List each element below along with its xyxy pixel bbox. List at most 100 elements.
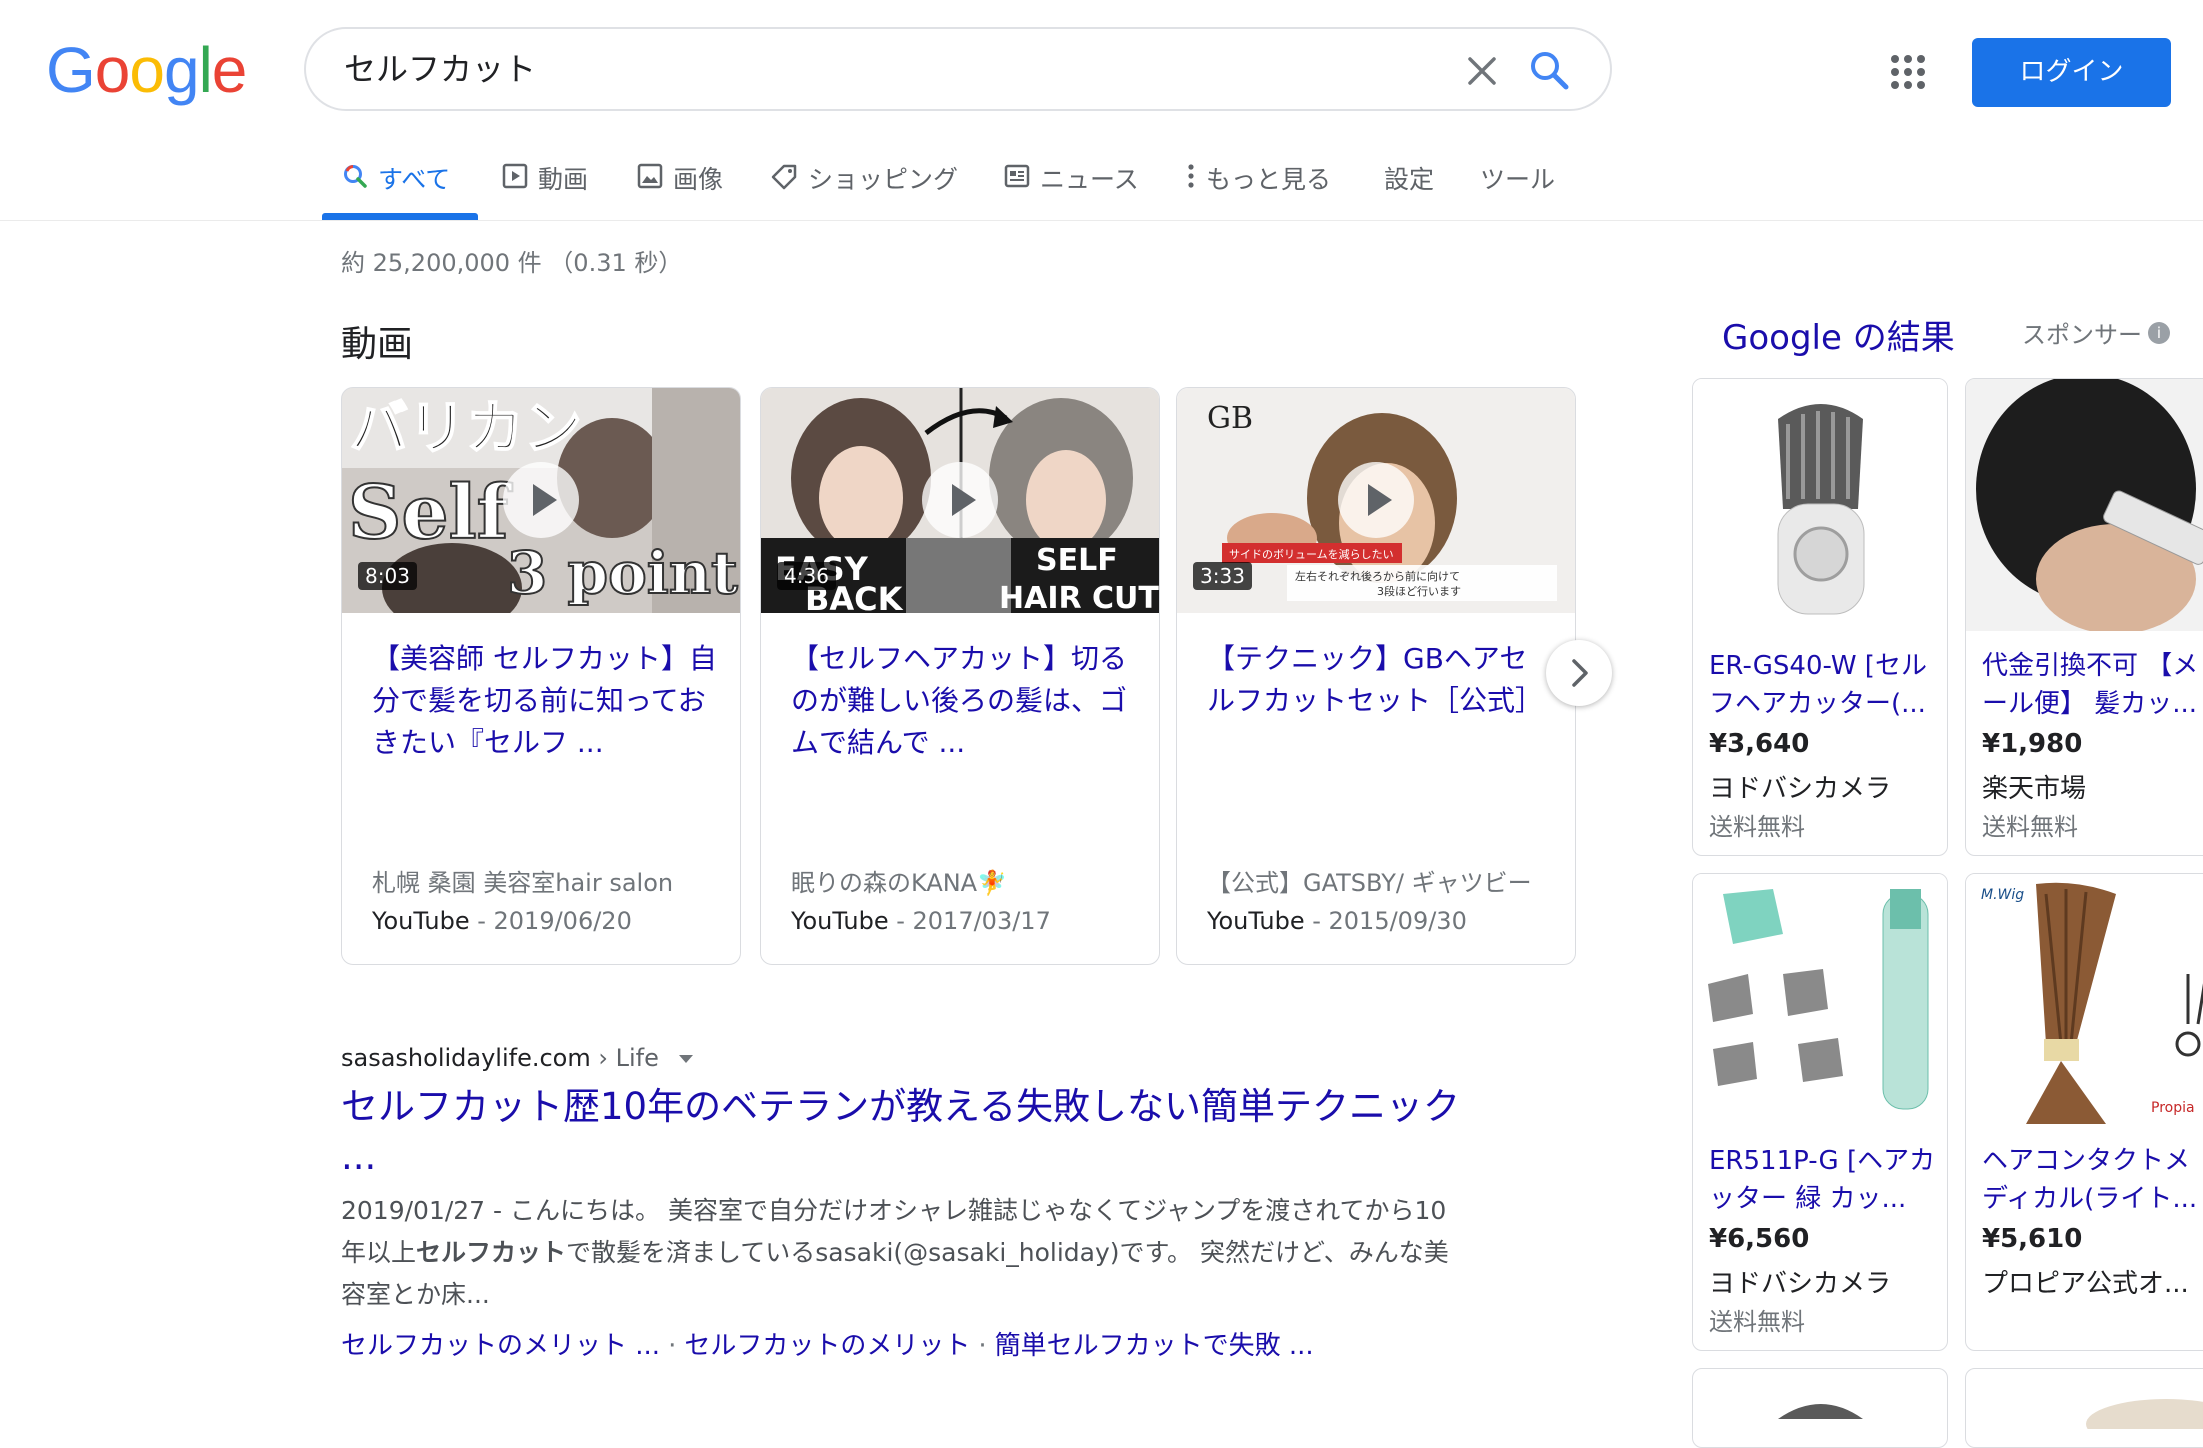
play-icon[interactable] — [503, 462, 579, 538]
thumbnail-text: HAIR CUT — [999, 581, 1159, 613]
product-card[interactable] — [1692, 1368, 1948, 1448]
sitelink[interactable]: 簡単セルフカットで失敗 ... — [995, 1331, 1314, 1361]
thumbnail-text: 3段ほど行います — [1377, 584, 1461, 598]
video-title[interactable]: 【セルフヘアカット】切るのが難しい後ろの髪は、ゴムで結んで ... — [791, 638, 1136, 764]
video-source: YouTube - 2017/03/17 — [791, 907, 1051, 935]
product-title[interactable]: ER511P-G [ヘアカッター 緑 カッ... — [1709, 1142, 1941, 1218]
product-shipping: 送料無料 — [1982, 813, 2078, 841]
tab-news[interactable]: ニュース — [1004, 150, 1139, 220]
video-title[interactable]: 【テクニック】GBヘアセルフカットセット［公式］ — [1207, 638, 1552, 722]
product-shipping: 送料無料 — [1709, 813, 1805, 841]
video-channel: 札幌 桑園 美容室hair salon — [372, 869, 674, 897]
result-stats: 約 25,200,000 件 （0.31 秒） — [341, 249, 683, 277]
product-image-clipper — [1778, 1404, 1863, 1419]
product-image[interactable] — [1966, 379, 2203, 631]
tab-tools[interactable]: ツール — [1480, 150, 1555, 220]
product-card[interactable]: ER-GS40-W [セルフヘアカッター(... ¥3,640 ヨドバシカメラ … — [1692, 378, 1948, 856]
login-button[interactable]: ログイン — [1972, 38, 2171, 107]
thumbnail-text: GB — [1207, 401, 1253, 436]
product-card[interactable]: ER511P-G [ヘアカッター 緑 カッ... ¥6,560 ヨドバシカメラ … — [1692, 873, 1948, 1351]
product-store: ヨドバシカメラ — [1709, 1269, 1892, 1299]
result-sitelinks: セルフカットのメリット ... · セルフカットのメリット · 簡単セルフカットで失敗 … — [341, 1331, 1314, 1361]
tag-icon — [771, 164, 797, 190]
product-image-attachments — [1693, 874, 1947, 1126]
tab-more[interactable]: もっと見る — [1186, 150, 1331, 220]
thumbnail-text: Self — [348, 470, 513, 556]
shopping-heading[interactable]: Google の結果 — [1722, 310, 1955, 359]
tab-images[interactable]: 画像 — [637, 150, 723, 220]
search-icon — [344, 165, 367, 188]
product-title[interactable]: ER-GS40-W [セルフヘアカッター(... — [1709, 647, 1941, 723]
result-url[interactable]: sasasholidaylife.com › Life — [341, 1044, 697, 1072]
video-thumbnail[interactable]: GB サイドのボリュームを減らしたい 左右それぞれ後ろから前に向けて 3段ほど行… — [1177, 388, 1575, 613]
play-icon[interactable] — [1338, 462, 1414, 538]
product-card[interactable]: 代金引換不可 【メール便】 髪カッ... ¥1,980 楽天市場 送料無料 — [1965, 378, 2203, 856]
thumbnail-text: 3 point — [507, 539, 738, 607]
product-title[interactable]: ヘアコンタクトメディカル(ライト... — [1982, 1142, 2203, 1218]
news-icon — [1004, 164, 1030, 188]
product-image-clipper — [1693, 379, 1947, 631]
carousel-next-button[interactable] — [1546, 640, 1612, 706]
video-card[interactable]: EASY BACK SELF HAIR CUT 4:36 【セルフヘアカット】切… — [760, 387, 1160, 965]
product-card[interactable]: M.Wig Propia ヘアコンタクトメディカル(ライト... ¥5,610 … — [1965, 873, 2203, 1351]
sitelink[interactable]: セルフカットのメリット — [684, 1331, 970, 1361]
tab-settings[interactable]: 設定 — [1384, 150, 1434, 220]
result-title[interactable]: セルフカット歴10年のベテランが教える失敗しない簡単テクニック ... — [341, 1082, 1461, 1182]
thumbnail-text: サイドのボリュームを減らしたい — [1229, 547, 1394, 561]
product-image-text: M.Wig — [1981, 887, 2024, 903]
search-box[interactable]: セルフカット — [304, 27, 1612, 111]
tab-videos[interactable]: 動画 — [502, 150, 588, 220]
video-title[interactable]: 【美容師 セルフカット】自分で髪を切る前に知っておきたい『セルフ ... — [372, 638, 717, 764]
product-image — [2086, 1399, 2203, 1447]
sponsor-label: スポンサー i — [2022, 315, 2170, 350]
thumbnail-text: SELF — [1036, 543, 1118, 578]
sitelink[interactable]: セルフカットのメリット ... — [341, 1331, 660, 1361]
video-duration: 4:36 — [777, 562, 836, 590]
tab-shopping[interactable]: ショッピング — [770, 150, 958, 220]
thumbnail-text: バリカン — [350, 394, 582, 462]
product-image[interactable] — [1693, 874, 1947, 1126]
product-image-haircut — [1966, 379, 2203, 631]
video-icon — [502, 163, 528, 189]
video-duration: 3:33 — [1193, 562, 1252, 590]
product-image-hair-sample: M.Wig Propia — [1966, 874, 2203, 1126]
chevron-right-icon — [1572, 659, 1588, 687]
video-channel: 眠りの森のKANA🧚 — [791, 869, 1007, 897]
apps-grid-icon[interactable] — [1890, 54, 1926, 90]
product-price: ¥3,640 — [1709, 729, 1810, 759]
product-shipping: 送料無料 — [1709, 1308, 1805, 1336]
active-tab-indicator — [322, 213, 478, 220]
clear-icon[interactable] — [1460, 49, 1504, 93]
search-input[interactable]: セルフカット — [344, 47, 536, 91]
product-image[interactable]: M.Wig Propia — [1966, 874, 2203, 1126]
divider — [0, 220, 2203, 221]
caret-down-icon[interactable] — [675, 1052, 697, 1066]
google-logo[interactable]: Google — [46, 30, 247, 110]
play-icon[interactable] — [922, 462, 998, 538]
product-title[interactable]: 代金引換不可 【メール便】 髪カッ... — [1982, 647, 2203, 723]
product-price: ¥5,610 — [1982, 1224, 2083, 1254]
video-source: YouTube - 2015/09/30 — [1207, 907, 1467, 935]
product-card[interactable] — [1965, 1368, 2203, 1448]
video-source: YouTube - 2019/06/20 — [372, 907, 632, 935]
info-icon[interactable]: i — [2148, 321, 2170, 344]
more-vert-icon — [1188, 164, 1194, 188]
video-duration: 8:03 — [358, 562, 417, 590]
video-channel: 【公式】GATSBY/ ギャツビー — [1207, 869, 1532, 897]
product-store: 楽天市場 — [1982, 774, 2087, 804]
tab-all[interactable]: すべて — [342, 150, 450, 220]
video-card[interactable]: バリカン Self 3 point 8:03 【美容師 セルフカット】自分で髪を… — [341, 387, 741, 965]
search-tabs: すべて 動画 画像 ショッピング ニュース もっと見る 設定 ツール — [0, 150, 2203, 220]
video-card[interactable]: GB サイドのボリュームを減らしたい 左右それぞれ後ろから前に向けて 3段ほど行… — [1176, 387, 1576, 965]
product-store: ヨドバシカメラ — [1709, 774, 1892, 804]
video-thumbnail[interactable]: バリカン Self 3 point 8:03 — [342, 388, 740, 613]
image-icon — [637, 163, 663, 189]
search-icon[interactable] — [1524, 45, 1574, 95]
video-thumbnail[interactable]: EASY BACK SELF HAIR CUT 4:36 — [761, 388, 1159, 613]
product-image[interactable] — [1693, 379, 1947, 631]
product-store: プロピア公式オ... — [1982, 1269, 2189, 1299]
result-snippet: 2019/01/27 - こんにちは。 美容室で自分だけオシャレ雑誌じゃなくてジ… — [341, 1196, 1449, 1309]
product-image-text: Propia — [2151, 1100, 2195, 1116]
product-price: ¥6,560 — [1709, 1224, 1810, 1254]
videos-heading: 動画 — [341, 324, 414, 365]
